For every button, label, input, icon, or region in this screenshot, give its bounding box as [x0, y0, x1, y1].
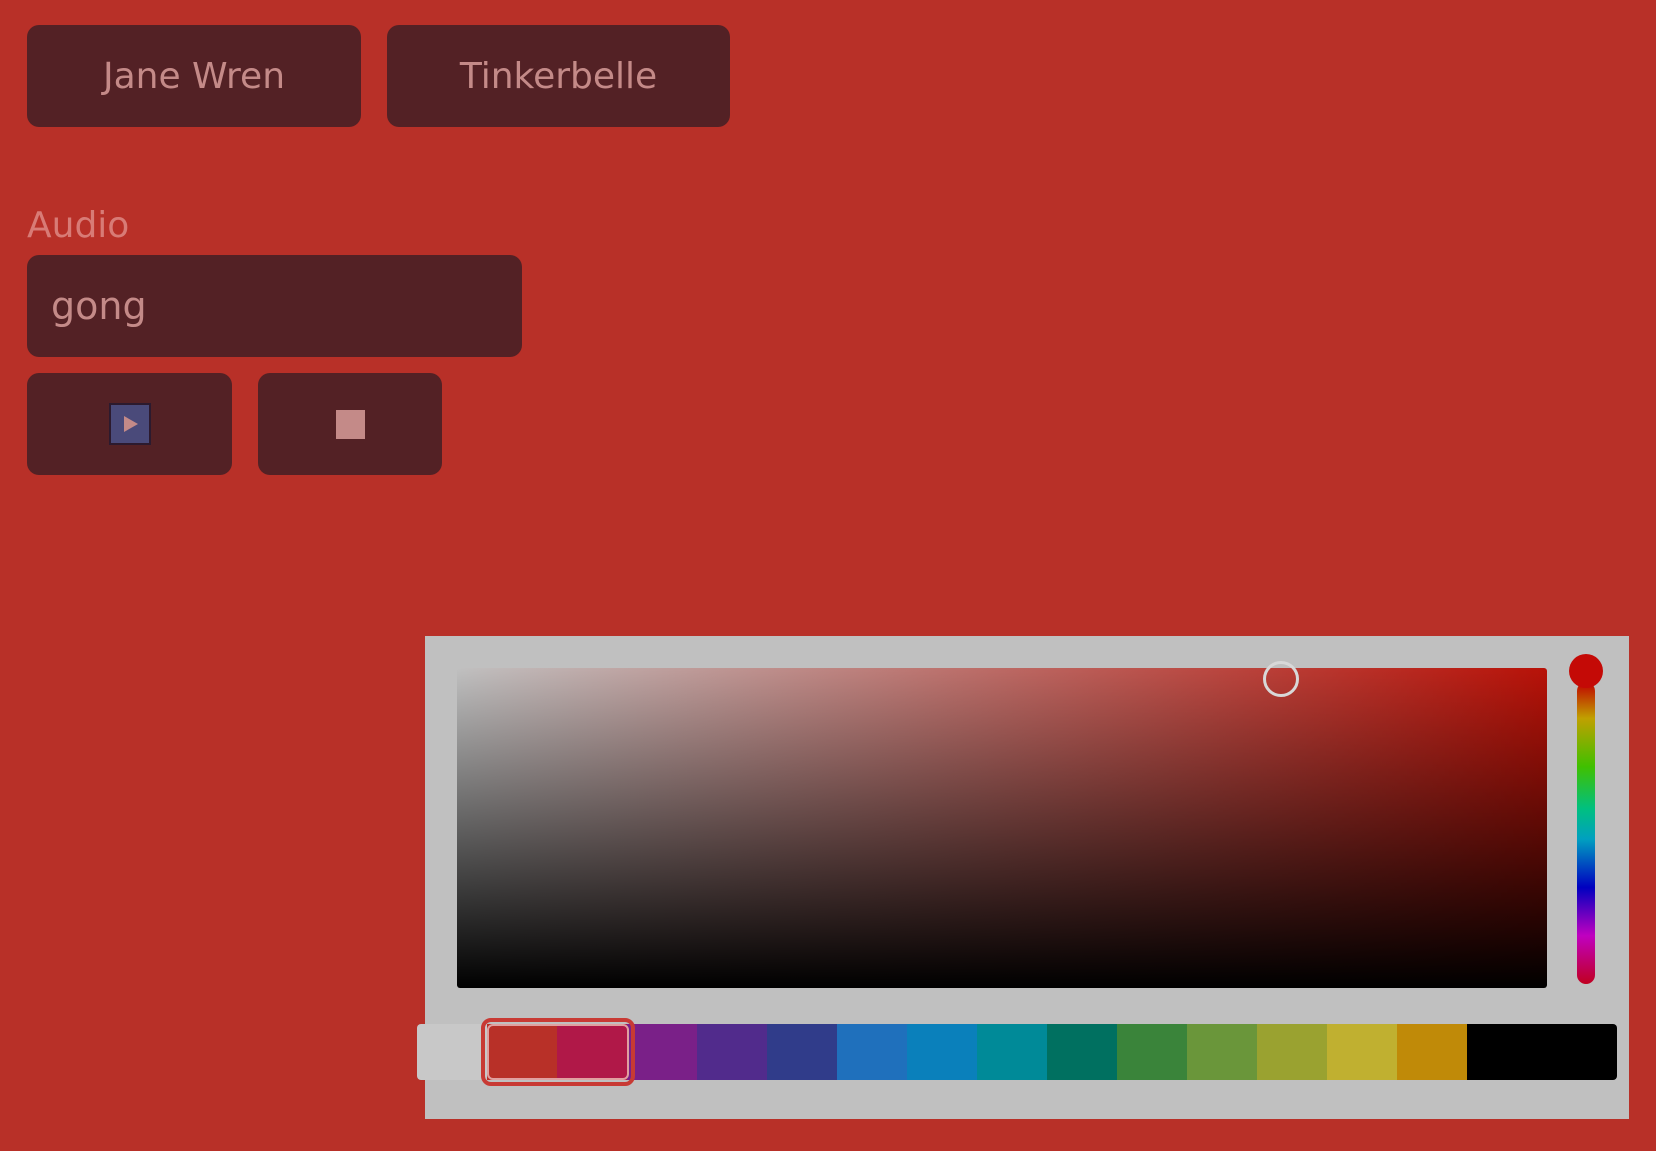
color-swatch[interactable] [487, 1024, 557, 1080]
saturation-value-handle[interactable] [1263, 661, 1299, 697]
stop-button[interactable] [258, 373, 442, 475]
tinkerbelle-button[interactable]: Tinkerbelle [387, 25, 730, 127]
color-swatch[interactable] [627, 1024, 697, 1080]
saturation-value-area[interactable] [457, 668, 1547, 988]
audio-label: Audio [27, 205, 130, 246]
hue-slider[interactable] [1577, 682, 1595, 984]
hue-slider-handle[interactable] [1569, 654, 1603, 688]
color-swatch[interactable] [1397, 1024, 1467, 1080]
color-swatch[interactable] [1117, 1024, 1187, 1080]
color-swatch[interactable] [1467, 1024, 1617, 1080]
color-swatch[interactable] [1047, 1024, 1117, 1080]
audio-input[interactable]: gong [27, 255, 522, 357]
play-icon [108, 403, 151, 445]
jane-wren-button[interactable]: Jane Wren [27, 25, 361, 127]
color-swatch[interactable] [1327, 1024, 1397, 1080]
play-button[interactable] [27, 373, 232, 475]
color-swatch[interactable] [907, 1024, 977, 1080]
color-swatch[interactable] [417, 1024, 487, 1080]
color-swatch[interactable] [837, 1024, 907, 1080]
color-swatch[interactable] [767, 1024, 837, 1080]
color-swatch[interactable] [1187, 1024, 1257, 1080]
color-swatch[interactable] [1257, 1024, 1327, 1080]
stop-icon [335, 409, 365, 439]
color-swatch[interactable] [557, 1024, 627, 1080]
color-swatch[interactable] [697, 1024, 767, 1080]
color-picker [417, 636, 1629, 1119]
color-swatch[interactable] [977, 1024, 1047, 1080]
color-swatches [417, 1024, 1617, 1080]
